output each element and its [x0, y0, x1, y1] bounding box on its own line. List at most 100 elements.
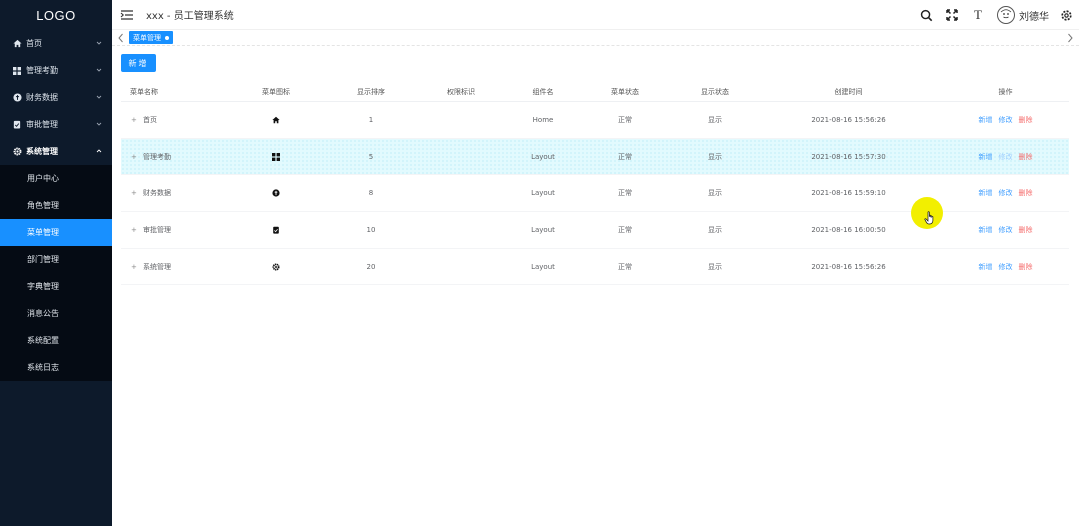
sidebar-item-system-log[interactable]: 系统日志 — [0, 354, 112, 381]
column-header: 权限标识 — [447, 87, 475, 96]
sidebar-item-system[interactable]: 系统管理 — [0, 138, 112, 165]
chevron-right-icon[interactable] — [1065, 32, 1075, 44]
sidebar-item-label: 管理考勤 — [26, 66, 58, 75]
name-cell: + 系统管理 — [121, 262, 221, 272]
logo: LOGO — [36, 7, 76, 23]
component-cell: Layout — [531, 189, 555, 198]
sidebar-item-finance[interactable]: 财务数据 — [0, 84, 112, 111]
main-content: 新增 菜单名称 菜单图标 显示排序 权限标识 组件名 菜单状态 显示状态 创建时… — [112, 46, 1079, 526]
row-delete-link[interactable]: 删除 — [1019, 262, 1033, 272]
avatar[interactable] — [997, 6, 1015, 24]
row-edit-link[interactable]: 修改 — [999, 115, 1013, 125]
row-edit-link[interactable]: 修改 — [999, 225, 1013, 235]
home-icon — [272, 116, 280, 124]
name-cell: + 财务数据 — [121, 188, 221, 198]
created-time-cell: 2021-08-16 15:56:26 — [811, 262, 886, 271]
sort-cell: 10 — [366, 225, 376, 234]
ops-cell: 新增 修改 删除 — [942, 115, 1069, 125]
column-header: 组件名 — [532, 87, 554, 96]
sidebar-item-label: 系统管理 — [26, 147, 58, 156]
sidebar-item-role-management[interactable]: 角色管理 — [0, 192, 112, 219]
chevron-down-icon — [96, 68, 102, 72]
menu-status-cell: 正常 — [618, 152, 632, 161]
search-icon[interactable] — [919, 8, 933, 22]
expand-icon[interactable]: + — [131, 263, 139, 271]
sort-cell: 20 — [366, 262, 376, 271]
name-cell: + 审批管理 — [121, 225, 221, 235]
menu-name: 管理考勤 — [143, 152, 171, 161]
sidebar-item-attendance[interactable]: 管理考勤 — [0, 57, 112, 84]
expand-icon[interactable]: + — [131, 226, 139, 234]
sidebar-item-approval[interactable]: 审批管理 — [0, 111, 112, 138]
top-header: xxx - 员工管理系统 T 刘德华 — [112, 0, 1079, 30]
component-cell: Layout — [531, 152, 555, 161]
row-add-link[interactable]: 新增 — [979, 152, 993, 162]
username[interactable]: 刘德华 — [1019, 8, 1049, 23]
menu-name: 系统管理 — [143, 262, 171, 271]
table-row[interactable]: + 首页 1 Home 正常 显示 2021-08-16 15:56:26 新增修… — [121, 102, 1069, 139]
sort-cell: 8 — [368, 189, 374, 198]
expand-icon[interactable]: + — [131, 189, 139, 197]
table-row[interactable]: + 管理考勤 5 Layout 正常 显示 2021-08-16 15:57:30… — [121, 138, 1069, 176]
menu-toggle-icon[interactable] — [120, 9, 134, 21]
app: LOGO 首页 管理考勤 财务数据 审批管理 系统管理 用户中心 角色管理 菜单… — [0, 0, 1079, 526]
sidebar-item-announcements[interactable]: 消息公告 — [0, 300, 112, 327]
menu-status-cell: 正常 — [618, 262, 632, 271]
sidebar-item-label: 财务数据 — [26, 93, 58, 102]
row-edit-link[interactable]: 修改 — [999, 262, 1013, 272]
table-header: 菜单名称 菜单图标 显示排序 权限标识 组件名 菜单状态 显示状态 创建时间 操… — [121, 82, 1069, 102]
created-time-cell: 2021-08-16 15:57:30 — [811, 152, 886, 161]
icon-cell — [221, 152, 331, 161]
icon-cell — [221, 263, 331, 271]
created-time-cell: 2021-08-16 15:56:26 — [811, 115, 886, 124]
gear-icon — [12, 147, 22, 157]
icon-cell — [221, 116, 331, 124]
display-status-cell: 显示 — [708, 225, 722, 234]
expand-icon[interactable]: + — [131, 153, 139, 161]
sidebar-item-home[interactable]: 首页 — [0, 30, 112, 57]
row-add-link[interactable]: 新增 — [979, 262, 993, 272]
fullscreen-icon[interactable] — [945, 8, 959, 22]
row-edit-link[interactable]: 修改 — [999, 152, 1013, 162]
row-add-link[interactable]: 新增 — [979, 188, 993, 198]
menu-status-cell: 正常 — [618, 115, 632, 124]
row-delete-link[interactable]: 删除 — [1019, 115, 1033, 125]
menu-name: 审批管理 — [143, 225, 171, 234]
gear-icon — [272, 263, 280, 271]
component-cell: Home — [532, 115, 554, 124]
sidebar-item-label: 审批管理 — [26, 120, 58, 129]
tag-menu-management[interactable]: 菜单管理 — [129, 31, 173, 44]
add-button[interactable]: 新增 — [121, 54, 156, 72]
icon-cell — [221, 189, 331, 197]
menu-table: 菜单名称 菜单图标 显示排序 权限标识 组件名 菜单状态 显示状态 创建时间 操… — [121, 82, 1069, 286]
tag-label: 菜单管理 — [133, 33, 161, 42]
row-delete-link[interactable]: 删除 — [1019, 152, 1033, 162]
menu-status-cell: 正常 — [618, 189, 632, 198]
sidebar-item-label: 首页 — [26, 39, 42, 48]
row-delete-link[interactable]: 删除 — [1019, 188, 1033, 198]
grid-icon — [272, 152, 280, 161]
active-dot-icon — [165, 35, 169, 40]
table-row[interactable]: + 系统管理 20 Layout 正常 显示 2021-08-16 15:56:2… — [121, 249, 1069, 286]
sidebar-item-dictionary-management[interactable]: 字典管理 — [0, 273, 112, 300]
sidebar-item-department-management[interactable]: 部门管理 — [0, 246, 112, 273]
row-add-link[interactable]: 新增 — [979, 115, 993, 125]
expand-icon[interactable]: + — [131, 116, 139, 124]
home-icon — [12, 39, 22, 49]
created-time-cell: 2021-08-16 15:59:10 — [811, 189, 886, 198]
chevron-left-icon[interactable] — [116, 32, 126, 44]
font-size-icon[interactable]: T — [971, 7, 985, 22]
component-cell: Layout — [531, 225, 555, 234]
finance-icon — [272, 189, 280, 197]
row-delete-link[interactable]: 删除 — [1019, 225, 1033, 235]
chevron-down-icon — [96, 95, 102, 99]
approval-icon — [273, 226, 279, 234]
name-cell: + 首页 — [121, 115, 221, 125]
settings-icon[interactable] — [1059, 8, 1073, 22]
sidebar-item-system-config[interactable]: 系统配置 — [0, 327, 112, 354]
row-add-link[interactable]: 新增 — [979, 225, 993, 235]
sidebar-item-user-center[interactable]: 用户中心 — [0, 165, 112, 192]
menu-name: 首页 — [143, 115, 157, 124]
row-edit-link[interactable]: 修改 — [999, 188, 1013, 198]
sidebar-item-menu-management[interactable]: 菜单管理 — [0, 219, 112, 246]
